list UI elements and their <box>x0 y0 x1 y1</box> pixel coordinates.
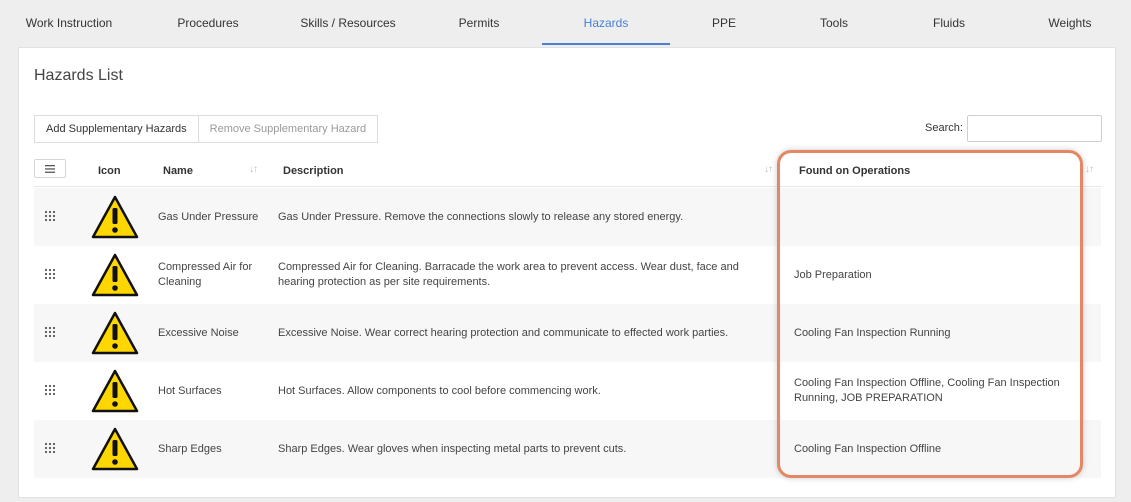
tab-bar: Work Instruction Procedures Skills / Res… <box>0 0 1131 45</box>
add-supplementary-hazards-button[interactable]: Add Supplementary Hazards <box>34 115 199 143</box>
tab-skills-resources[interactable]: Skills / Resources <box>290 0 406 45</box>
hazard-description: Gas Under Pressure. Remove the connectio… <box>278 210 684 223</box>
action-button-group: Add Supplementary Hazards Remove Supplem… <box>34 115 379 143</box>
warning-triangle-icon <box>91 369 139 413</box>
hazard-description: Excessive Noise. Wear correct hearing pr… <box>278 326 729 339</box>
tab-ppe[interactable]: PPE <box>694 0 754 45</box>
hazard-operations: Cooling Fan Inspection Offline <box>794 442 942 455</box>
warning-triangle-icon <box>91 311 139 355</box>
drag-handle-icon[interactable] <box>44 384 56 396</box>
hazard-description: Sharp Edges. Wear gloves when inspecting… <box>278 442 627 455</box>
tab-tools[interactable]: Tools <box>804 0 864 45</box>
search-input[interactable] <box>967 115 1102 142</box>
column-header-description[interactable]: Description <box>283 165 344 177</box>
tab-hazards[interactable]: Hazards <box>542 0 670 45</box>
page-title: Hazards List <box>34 67 123 84</box>
sort-icon[interactable]: ↓↑ <box>1085 164 1094 175</box>
tab-permits[interactable]: Permits <box>440 0 518 45</box>
table-row[interactable]: Hot Surfaces Hot Surfaces. Allow compone… <box>34 362 1101 420</box>
hazard-name: Gas Under Pressure <box>158 210 259 223</box>
warning-triangle-icon <box>91 195 139 239</box>
table-row[interactable]: Gas Under Pressure Gas Under Pressure. R… <box>34 188 1101 246</box>
hazard-operations: Cooling Fan Inspection Running <box>794 326 951 339</box>
hazards-panel: Hazards List Add Supplementary Hazards R… <box>18 47 1116 498</box>
hazard-name: Compressed Air for Cleaning <box>158 261 253 288</box>
drag-handle-icon[interactable] <box>44 210 56 222</box>
tab-fluids[interactable]: Fluids <box>918 0 980 45</box>
table-row[interactable]: Sharp Edges Sharp Edges. Wear gloves whe… <box>34 420 1101 478</box>
tab-weights[interactable]: Weights <box>1036 0 1104 45</box>
tab-procedures[interactable]: Procedures <box>160 0 256 45</box>
column-menu-button[interactable] <box>34 159 66 178</box>
tab-work-instruction[interactable]: Work Instruction <box>14 0 124 45</box>
table-row[interactable]: Excessive Noise Excessive Noise. Wear co… <box>34 304 1101 362</box>
column-header-name[interactable]: Name <box>163 165 193 177</box>
hazard-description: Hot Surfaces. Allow components to cool b… <box>278 384 601 397</box>
hazard-name: Hot Surfaces <box>158 384 222 397</box>
drag-handle-icon[interactable] <box>44 326 56 338</box>
warning-triangle-icon <box>91 253 139 297</box>
column-header-icon: Icon <box>98 165 121 177</box>
sort-icon[interactable]: ↓↑ <box>249 164 258 175</box>
hazard-name: Excessive Noise <box>158 326 239 339</box>
hazard-name: Sharp Edges <box>158 442 222 455</box>
hazard-operations <box>794 188 1074 246</box>
column-header-found-on-operations[interactable]: Found on Operations <box>799 165 910 177</box>
menu-icon <box>45 164 55 173</box>
drag-handle-icon[interactable] <box>44 442 56 454</box>
remove-supplementary-hazard-button[interactable]: Remove Supplementary Hazard <box>198 115 379 143</box>
drag-handle-icon[interactable] <box>44 268 56 280</box>
header-divider <box>34 186 1101 187</box>
table-row[interactable]: Compressed Air for Cleaning Compressed A… <box>34 246 1101 304</box>
search-label: Search: <box>925 122 963 134</box>
sort-icon[interactable]: ↓↑ <box>764 164 773 175</box>
hazard-operations: Cooling Fan Inspection Offline, Cooling … <box>794 377 1060 404</box>
hazard-operations: Job Preparation <box>794 268 872 281</box>
warning-triangle-icon <box>91 427 139 471</box>
hazard-description: Compressed Air for Cleaning. Barracade t… <box>278 261 739 288</box>
